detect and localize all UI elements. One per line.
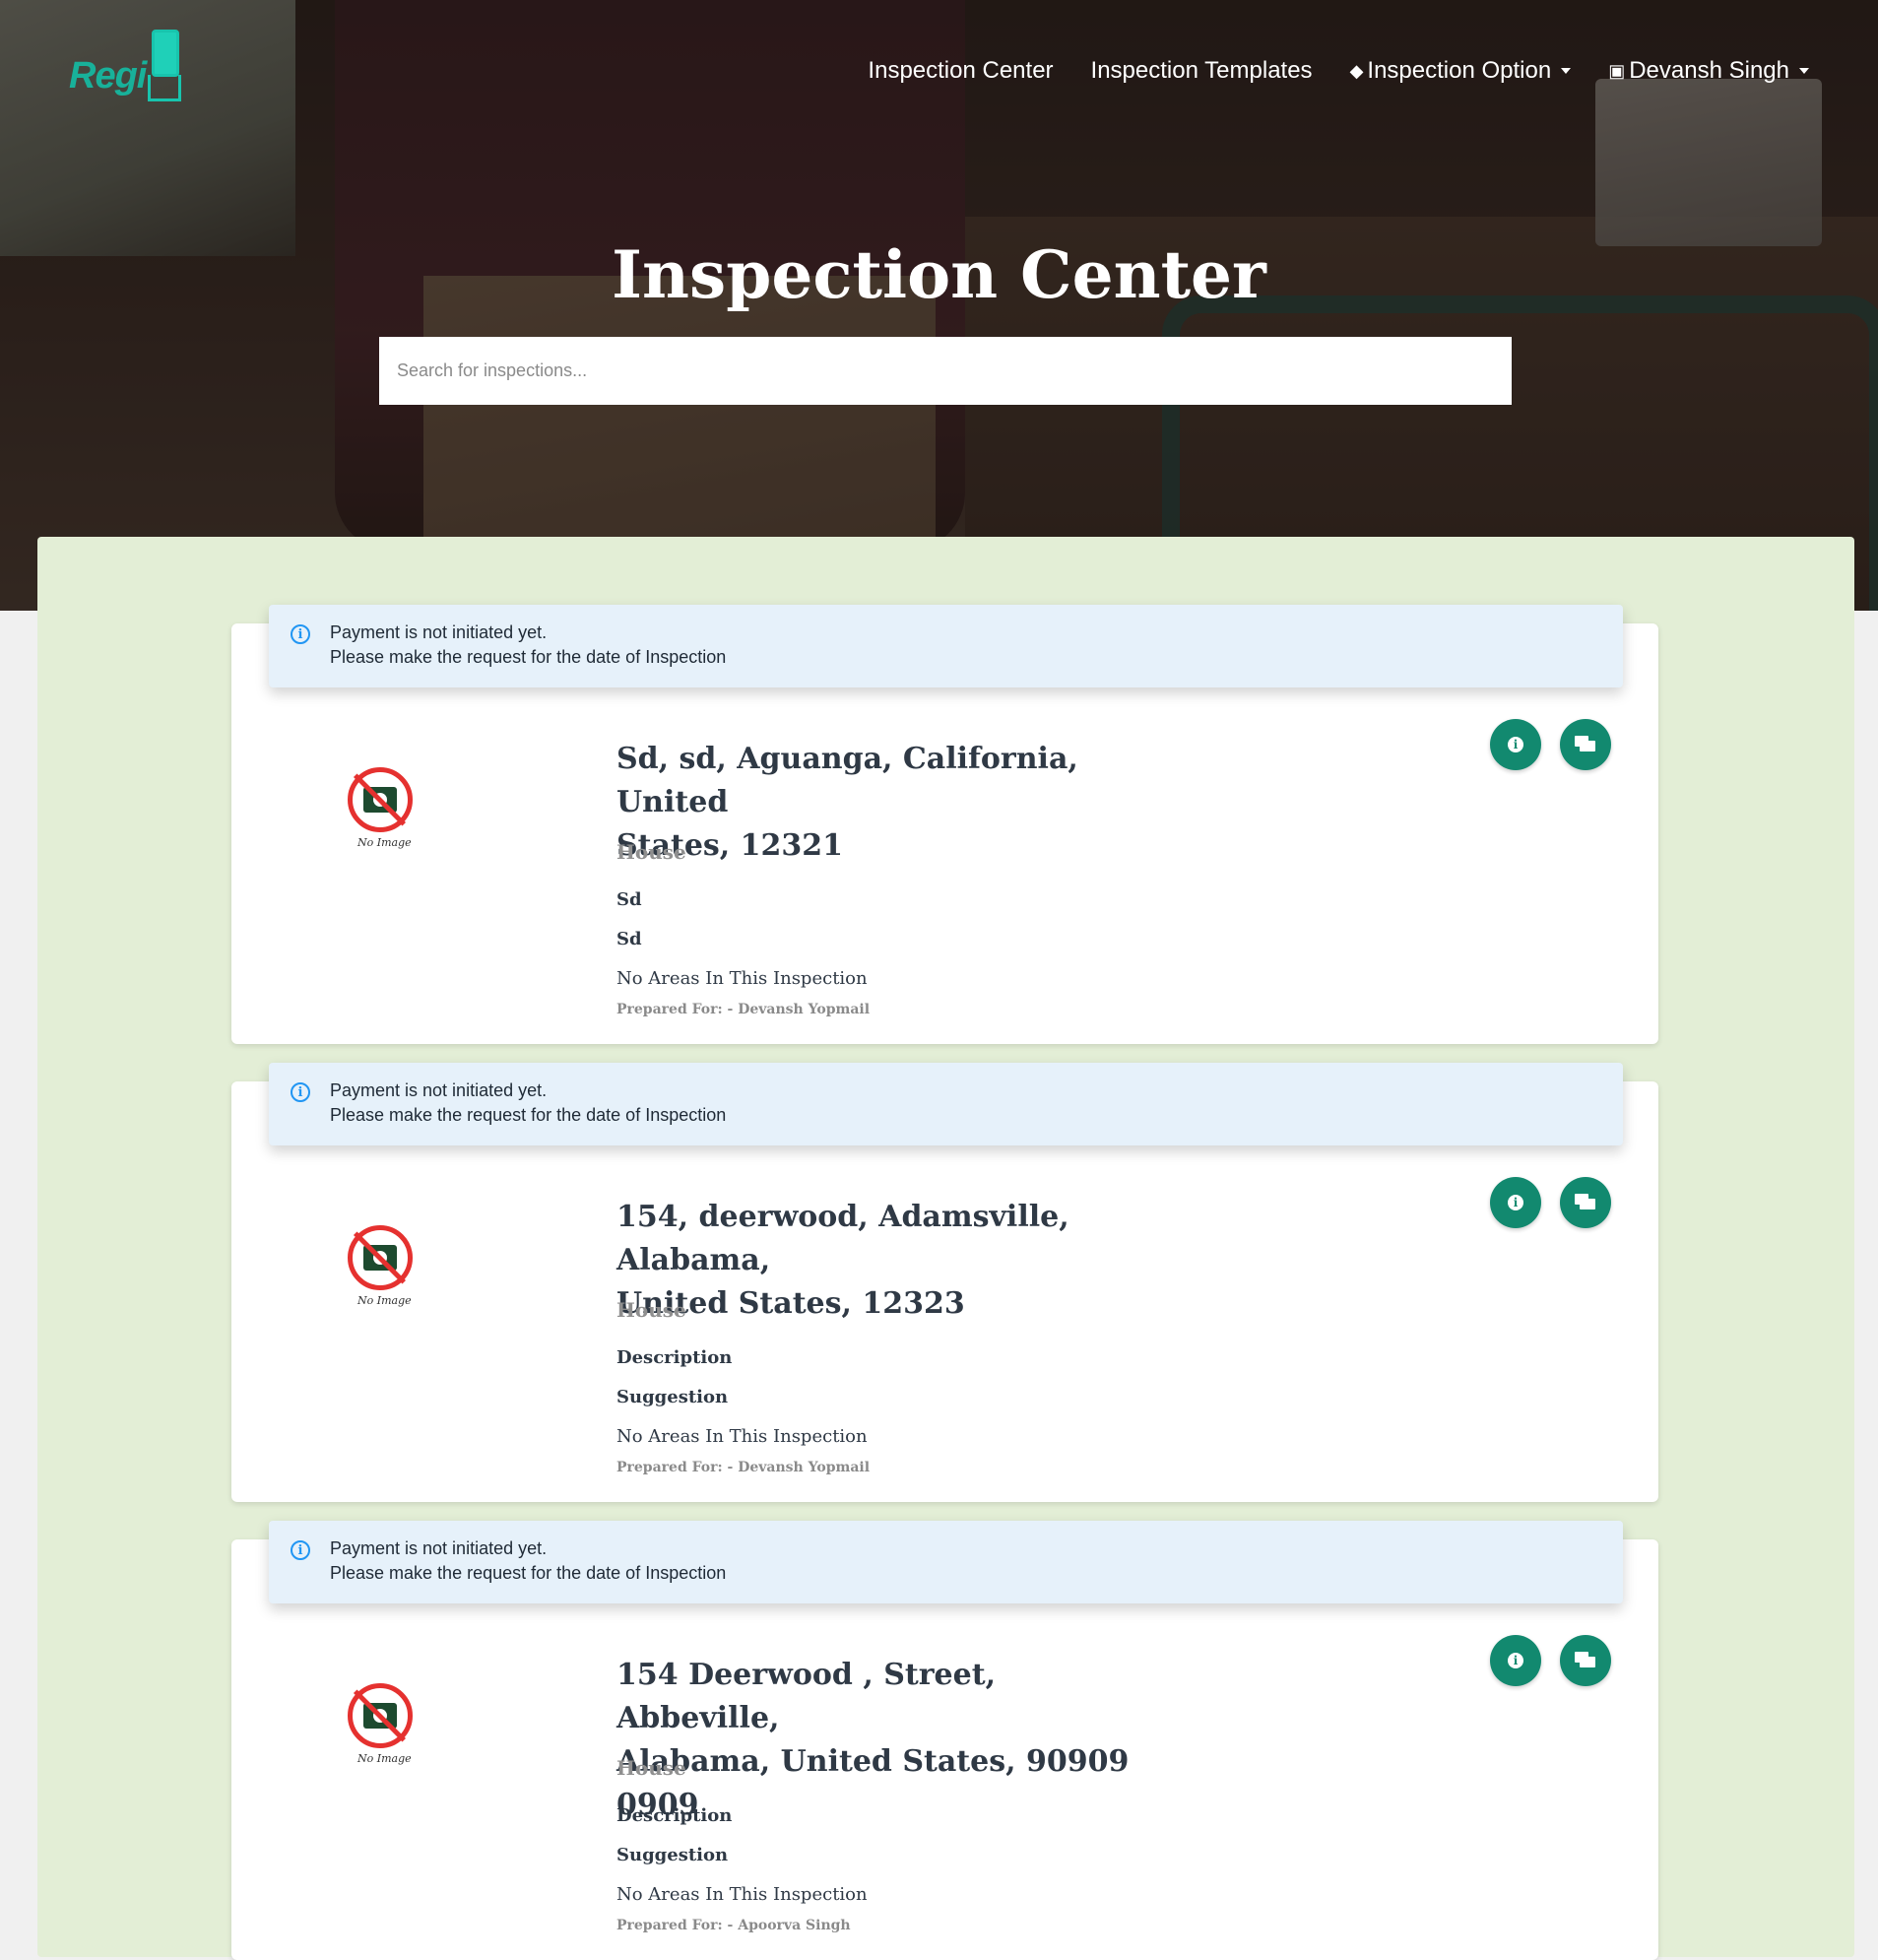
info-icon: i [291, 624, 310, 644]
nav-inspection-templates[interactable]: Inspection Templates [1091, 57, 1313, 85]
address-line-2: United States, 12323 [616, 1286, 965, 1321]
info-button[interactable]: i [1490, 1635, 1541, 1686]
alert-line-1: Payment is not initiated yet. [330, 1080, 548, 1100]
brand-logo[interactable]: Regi [69, 30, 187, 108]
inspection-address[interactable]: 154, deerwood, Adamsville, Alabama, Unit… [616, 1196, 1168, 1326]
prepared-for: Prepared For: - Devansh Yopmail [616, 1002, 871, 1017]
caret-down-icon [1561, 68, 1572, 74]
user-icon: ▣ [1608, 60, 1626, 81]
no-image-icon: No Image [348, 1225, 413, 1314]
inspection-description: Description [616, 1347, 733, 1368]
nav-inspection-templates-label: Inspection Templates [1090, 57, 1313, 84]
payment-alert: i Payment is not initiated yet. Please m… [269, 1063, 1623, 1145]
inspection-description: Sd [616, 889, 642, 910]
layers-icon: ◆ [1349, 60, 1364, 81]
alert-line-2: Please make the request for the date of … [330, 1563, 727, 1583]
hero-banner: Regi Inspection Center Inspection Templa… [0, 0, 1878, 611]
info-button[interactable]: i [1490, 1177, 1541, 1228]
info-button[interactable]: i [1490, 719, 1541, 770]
inspection-address[interactable]: 154 Deerwood , Street, Abbeville, Alabam… [616, 1654, 1168, 1827]
chat-icon [1575, 1194, 1596, 1211]
alert-line-2: Please make the request for the date of … [330, 1105, 727, 1125]
alert-line-2: Please make the request for the date of … [330, 647, 727, 667]
prepared-for: Prepared For: - Devansh Yopmail [616, 1460, 871, 1475]
info-icon: i [291, 1540, 310, 1560]
cart-icon [148, 75, 181, 101]
chat-button[interactable] [1560, 719, 1611, 770]
page-title: Inspection Center [612, 236, 1266, 313]
no-image-icon: No Image [348, 1683, 413, 1772]
no-image-caption: No Image [357, 1294, 412, 1307]
alert-line-1: Payment is not initiated yet. [330, 1538, 548, 1558]
property-type: House [616, 840, 686, 864]
nav-user-dropdown[interactable]: ▣ Devansh Singh [1608, 57, 1809, 85]
property-type: House [616, 1298, 686, 1322]
chat-button[interactable] [1560, 1635, 1611, 1686]
payment-alert: i Payment is not initiated yet. Please m… [269, 1521, 1623, 1603]
inspection-description: Description [616, 1805, 733, 1826]
inspection-areas: No Areas In This Inspection [616, 968, 868, 989]
nav-inspection-option-label: Inspection Option [1367, 57, 1552, 84]
info-icon: i [291, 1082, 310, 1102]
info-icon: i [1508, 737, 1523, 752]
payment-alert: i Payment is not initiated yet. Please m… [269, 605, 1623, 687]
chat-button[interactable] [1560, 1177, 1611, 1228]
chat-icon [1575, 1652, 1596, 1669]
info-icon: i [1508, 1195, 1523, 1210]
search-input[interactable] [379, 337, 1512, 405]
inspection-areas: No Areas In This Inspection [616, 1426, 868, 1447]
address-line-1: 154, deerwood, Adamsville, Alabama, [616, 1200, 1069, 1277]
address-line-2: States, 12321 [616, 828, 844, 863]
main-nav: Inspection Center Inspection Templates ◆… [868, 57, 1809, 85]
chat-icon [1575, 736, 1596, 753]
prepared-for: Prepared For: - Apoorva Singh [616, 1918, 851, 1933]
nav-user-label: Devansh Singh [1629, 57, 1789, 84]
no-image-caption: No Image [357, 836, 412, 849]
address-line-1: Sd, sd, Aguanga, California, United [616, 742, 1078, 819]
inspection-suggestion: Suggestion [616, 1387, 729, 1407]
alert-line-1: Payment is not initiated yet. [330, 622, 548, 642]
inspection-suggestion: Suggestion [616, 1845, 729, 1865]
caret-down-icon [1799, 68, 1809, 74]
nav-inspection-option-dropdown[interactable]: ◆ Inspection Option [1350, 57, 1572, 85]
phone-icon [152, 30, 179, 77]
inspection-suggestion: Sd [616, 929, 642, 949]
info-icon: i [1508, 1653, 1523, 1668]
brand-logo-text: Regi [69, 55, 147, 97]
inspection-address[interactable]: Sd, sd, Aguanga, California, United Stat… [616, 738, 1168, 868]
property-type: House [616, 1756, 686, 1780]
no-image-caption: No Image [357, 1752, 412, 1765]
nav-inspection-center[interactable]: Inspection Center [868, 57, 1053, 85]
no-image-icon: No Image [348, 767, 413, 856]
inspection-areas: No Areas In This Inspection [616, 1884, 868, 1905]
address-line-1: 154 Deerwood , Street, Abbeville, [616, 1658, 997, 1735]
nav-inspection-center-label: Inspection Center [868, 57, 1054, 84]
